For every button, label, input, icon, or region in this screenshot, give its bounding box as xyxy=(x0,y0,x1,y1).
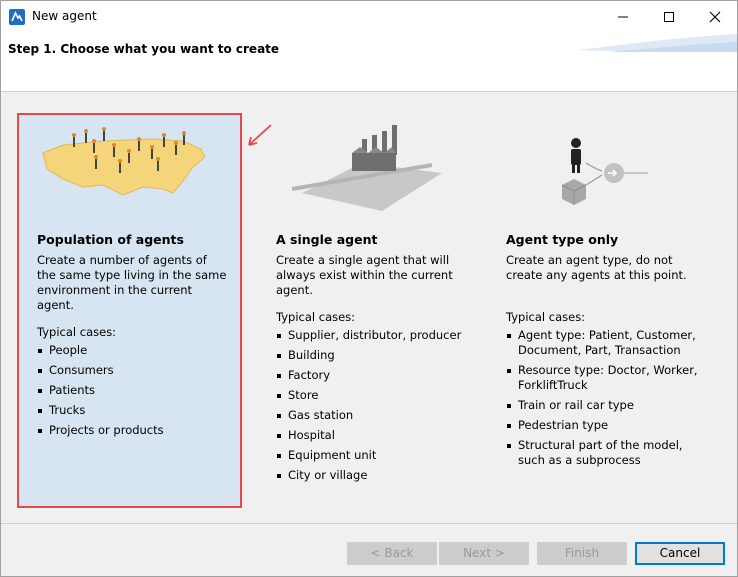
maximize-icon xyxy=(663,11,674,22)
list-item: Equipment unit xyxy=(276,448,476,463)
window-title: New agent xyxy=(32,9,97,23)
cancel-button[interactable]: Cancel xyxy=(635,542,725,565)
finish-button[interactable]: Finish xyxy=(537,542,627,565)
title-bar: New agent xyxy=(1,1,737,32)
list-item: Structural part of the model, such as a … xyxy=(506,438,711,468)
list-item: Patients xyxy=(37,383,227,398)
agent-type-illustration xyxy=(561,138,648,205)
option-population-content[interactable]: Population of agents Create a number of … xyxy=(37,123,227,443)
list-item: Building xyxy=(276,348,476,363)
option-agent-type[interactable]: Agent type only Create an agent type, do… xyxy=(506,123,711,473)
cases-label: Typical cases: xyxy=(276,310,356,324)
option-title: Agent type only xyxy=(506,232,619,247)
list-item: Hospital xyxy=(276,428,476,443)
arrow-pointer-icon xyxy=(248,124,272,146)
list-item: Pedestrian type xyxy=(506,418,711,433)
option-description: Create a single agent that will always e… xyxy=(276,253,453,297)
list-item: City or village xyxy=(276,468,476,483)
list-item: Projects or products xyxy=(37,423,227,438)
option-title: Population of agents xyxy=(37,232,184,247)
minimize-button[interactable] xyxy=(600,1,645,32)
list-item: Gas station xyxy=(276,408,476,423)
list-item: Consumers xyxy=(37,363,227,378)
list-item: Factory xyxy=(276,368,476,383)
dialog-footer: < Back Next > Finish Cancel xyxy=(1,523,737,576)
close-button[interactable] xyxy=(692,1,737,32)
list-item: Resource type: Doctor, Worker, ForkliftT… xyxy=(506,363,711,393)
population-map-illustration xyxy=(42,127,206,196)
options-area: Population of agents Create a number of … xyxy=(1,93,737,523)
header-decoration xyxy=(577,34,737,52)
wizard-header: Step 1. Choose what you want to create xyxy=(1,32,737,92)
cases-list: People Consumers Patients Trucks Project… xyxy=(37,343,227,438)
close-icon xyxy=(709,11,720,22)
list-item: Trucks xyxy=(37,403,227,418)
cases-label: Typical cases: xyxy=(506,310,586,324)
minimize-icon xyxy=(617,16,628,17)
list-item: Agent type: Patient, Customer, Document,… xyxy=(506,328,711,358)
cases-list: Supplier, distributor, producer Building… xyxy=(276,328,476,483)
cases-list: Agent type: Patient, Customer, Document,… xyxy=(506,328,711,468)
anylogic-icon xyxy=(9,9,25,25)
factory-illustration xyxy=(291,125,442,211)
option-description: Create an agent type, do not create any … xyxy=(506,253,687,282)
next-button[interactable]: Next > xyxy=(439,542,529,565)
list-item: Store xyxy=(276,388,476,403)
back-button[interactable]: < Back xyxy=(347,542,437,565)
list-item: People xyxy=(37,343,227,358)
new-agent-dialog: New agent Step 1. Choose what you want t… xyxy=(0,0,738,577)
maximize-button[interactable] xyxy=(646,1,691,32)
option-description: Create a number of agents of the same ty… xyxy=(37,253,227,312)
step-title: Step 1. Choose what you want to create xyxy=(8,42,280,56)
list-item: Train or rail car type xyxy=(506,398,711,413)
option-single-agent[interactable]: A single agent Create a single agent tha… xyxy=(276,123,476,488)
cases-label: Typical cases: xyxy=(37,325,117,339)
option-title: A single agent xyxy=(276,232,378,247)
list-item: Supplier, distributor, producer xyxy=(276,328,476,343)
